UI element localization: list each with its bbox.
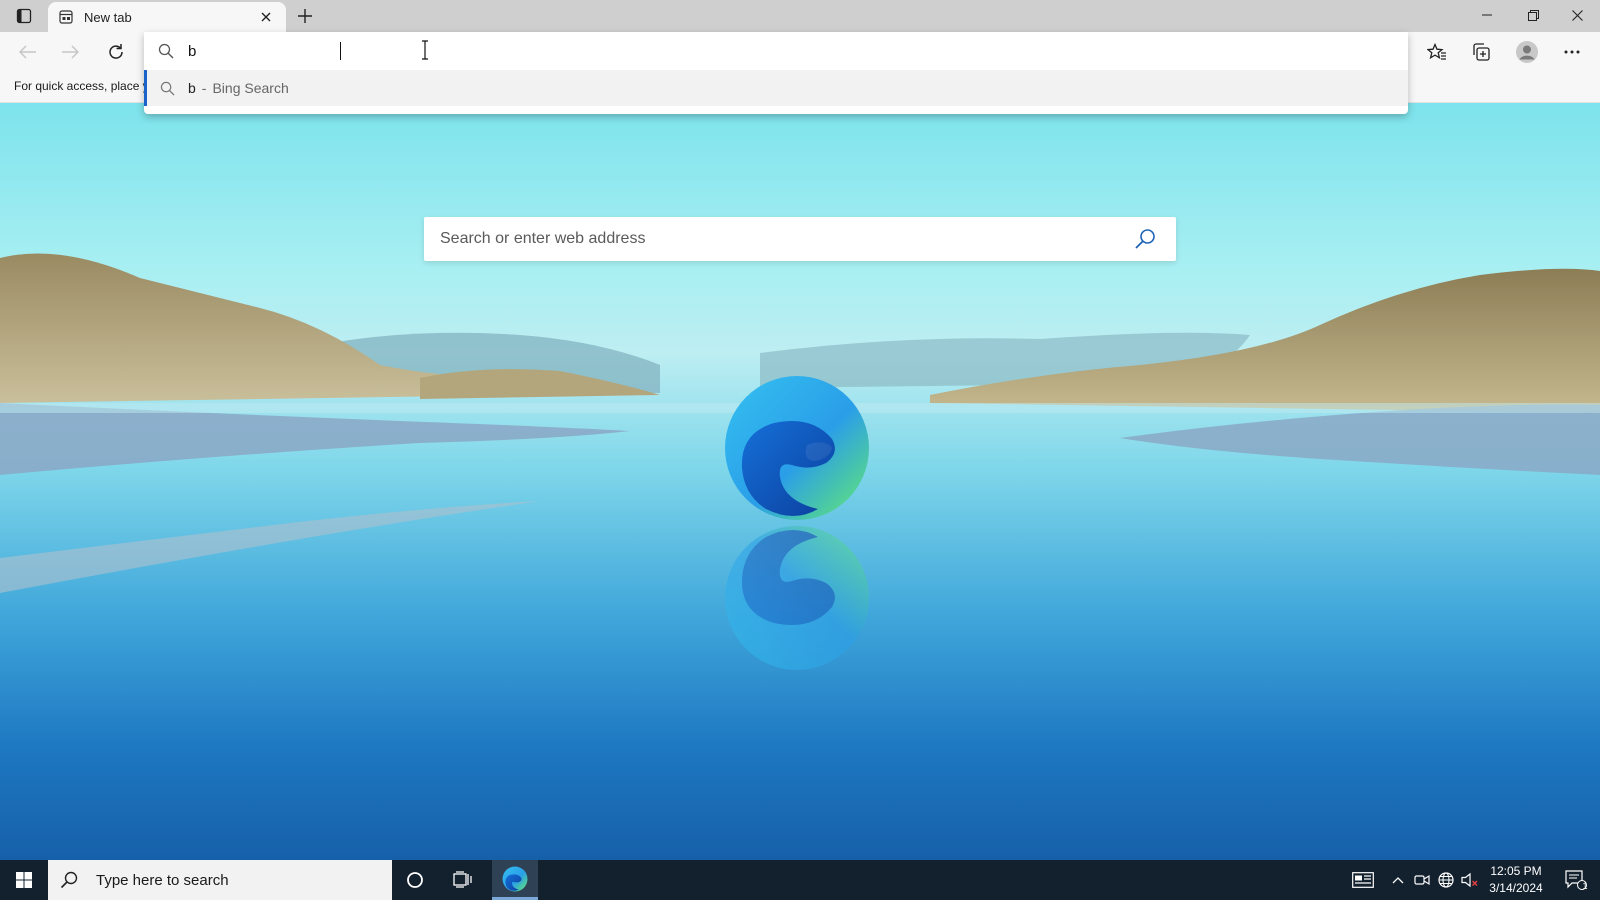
address-input[interactable] <box>188 42 1288 60</box>
volume-button[interactable] <box>1458 860 1482 900</box>
favorites-star-icon <box>1427 43 1446 60</box>
tab-actions-icon <box>16 8 32 24</box>
minimize-button[interactable] <box>1464 0 1510 30</box>
collections-icon <box>1473 43 1490 61</box>
clock-date: 3/14/2024 <box>1489 881 1543 895</box>
tab-actions-button[interactable] <box>8 4 40 28</box>
favorites-button[interactable] <box>1420 36 1454 68</box>
suggestion-separator: - <box>201 80 207 96</box>
edge-logo <box>725 376 869 520</box>
windows-start-icon <box>16 872 32 888</box>
plus-icon <box>298 9 312 23</box>
minimize-icon <box>1482 14 1492 16</box>
news-widget-button[interactable] <box>1348 860 1378 900</box>
new-tab-page-icon <box>58 9 74 25</box>
text-cursor-icon <box>422 40 428 60</box>
page-search-button[interactable] <box>1130 224 1160 254</box>
favorites-bar-hint: For quick access, place y <box>14 79 149 93</box>
notification-count-badge: 1 <box>1582 881 1588 891</box>
profile-button[interactable] <box>1510 36 1544 68</box>
taskbar-search-box[interactable]: Type here to search <box>48 860 392 900</box>
network-globe-icon <box>1438 872 1454 888</box>
edge-icon <box>502 866 528 891</box>
meet-now-icon <box>1414 874 1430 886</box>
meet-now-button[interactable] <box>1410 860 1434 900</box>
collections-button[interactable] <box>1464 36 1498 68</box>
forward-arrow-icon <box>62 45 79 59</box>
cortana-button[interactable] <box>392 860 438 900</box>
taskbar-edge-button[interactable] <box>492 860 538 900</box>
chevron-up-icon <box>1392 877 1404 884</box>
address-bar[interactable] <box>144 32 1408 70</box>
page-search-input[interactable] <box>440 230 1130 248</box>
clock-time: 12:05 PM <box>1490 864 1542 878</box>
profile-avatar-icon <box>1516 41 1538 63</box>
restore-button[interactable] <box>1510 0 1556 30</box>
search-icon <box>144 43 188 59</box>
task-view-button[interactable] <box>440 860 486 900</box>
back-arrow-icon <box>19 45 36 59</box>
page-search-box[interactable] <box>424 217 1176 261</box>
news-widget-icon <box>1352 872 1374 888</box>
taskbar-search-placeholder: Type here to search <box>96 871 229 889</box>
refresh-icon <box>109 44 123 59</box>
close-icon <box>261 12 271 22</box>
taskbar-clock[interactable]: 12:05 PM 3/14/2024 <box>1484 863 1548 897</box>
text-caret <box>340 42 341 60</box>
tab-title: New tab <box>84 9 132 25</box>
search-icon <box>147 81 188 96</box>
more-ellipsis-icon <box>1564 50 1580 54</box>
taskbar: Type here to search 12:05 PM 3/14/2024 1 <box>0 860 1600 900</box>
search-icon <box>1135 229 1155 249</box>
restore-icon <box>1527 9 1539 21</box>
new-tab-button[interactable] <box>292 4 318 28</box>
suggestion-query: b <box>188 80 196 96</box>
search-icon <box>60 871 82 889</box>
suggestion-engine: Bing Search <box>212 80 289 96</box>
edge-logo-reflection <box>725 526 869 670</box>
suggestion-item[interactable]: b - Bing Search <box>144 70 1408 106</box>
address-bar-dropdown: b - Bing Search <box>144 32 1408 114</box>
network-button[interactable] <box>1434 860 1458 900</box>
forward-button[interactable] <box>54 36 86 68</box>
volume-muted-icon <box>1461 872 1478 888</box>
back-button[interactable] <box>12 36 44 68</box>
close-icon <box>1571 9 1583 21</box>
tray-overflow-button[interactable] <box>1386 860 1410 900</box>
settings-more-button[interactable] <box>1555 36 1589 68</box>
tab-close-button[interactable] <box>256 7 276 27</box>
new-tab-page <box>0 103 1600 860</box>
refresh-button[interactable] <box>100 36 132 68</box>
window-close-button[interactable] <box>1554 0 1600 30</box>
tab-new-tab[interactable]: New tab <box>48 2 286 32</box>
task-view-icon <box>453 871 472 888</box>
start-button[interactable] <box>0 860 48 900</box>
tab-strip: New tab <box>0 0 1600 32</box>
cortana-circle-icon <box>407 872 423 888</box>
action-center-button[interactable]: 1 <box>1556 860 1596 900</box>
